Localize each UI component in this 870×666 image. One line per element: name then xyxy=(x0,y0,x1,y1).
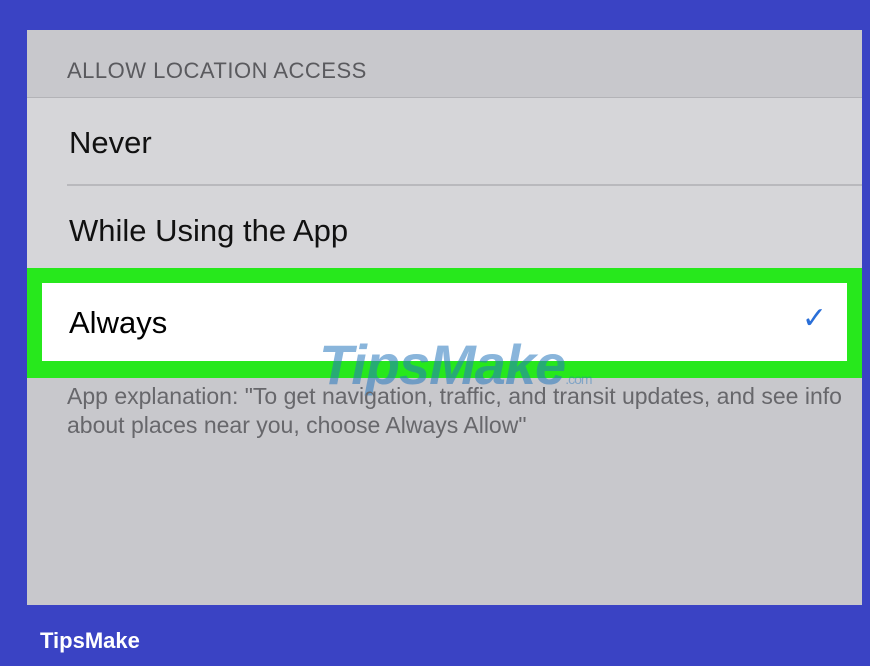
app-explanation-text: App explanation: "To get navigation, tra… xyxy=(67,383,842,438)
location-settings-screen: ALLOW LOCATION ACCESS Never While Using … xyxy=(27,30,862,605)
option-always-label: Always xyxy=(69,305,168,340)
option-never-label: Never xyxy=(69,125,152,160)
option-while-using-label: While Using the App xyxy=(69,213,349,248)
footer-brand: TipsMake xyxy=(40,628,140,653)
option-while-using[interactable]: While Using the App xyxy=(27,186,862,272)
option-never[interactable]: Never xyxy=(27,98,862,186)
location-options-list: Never While Using the App xyxy=(27,98,862,296)
section-header: ALLOW LOCATION ACCESS xyxy=(67,58,367,83)
checkmark-icon: ✓ xyxy=(801,301,827,336)
